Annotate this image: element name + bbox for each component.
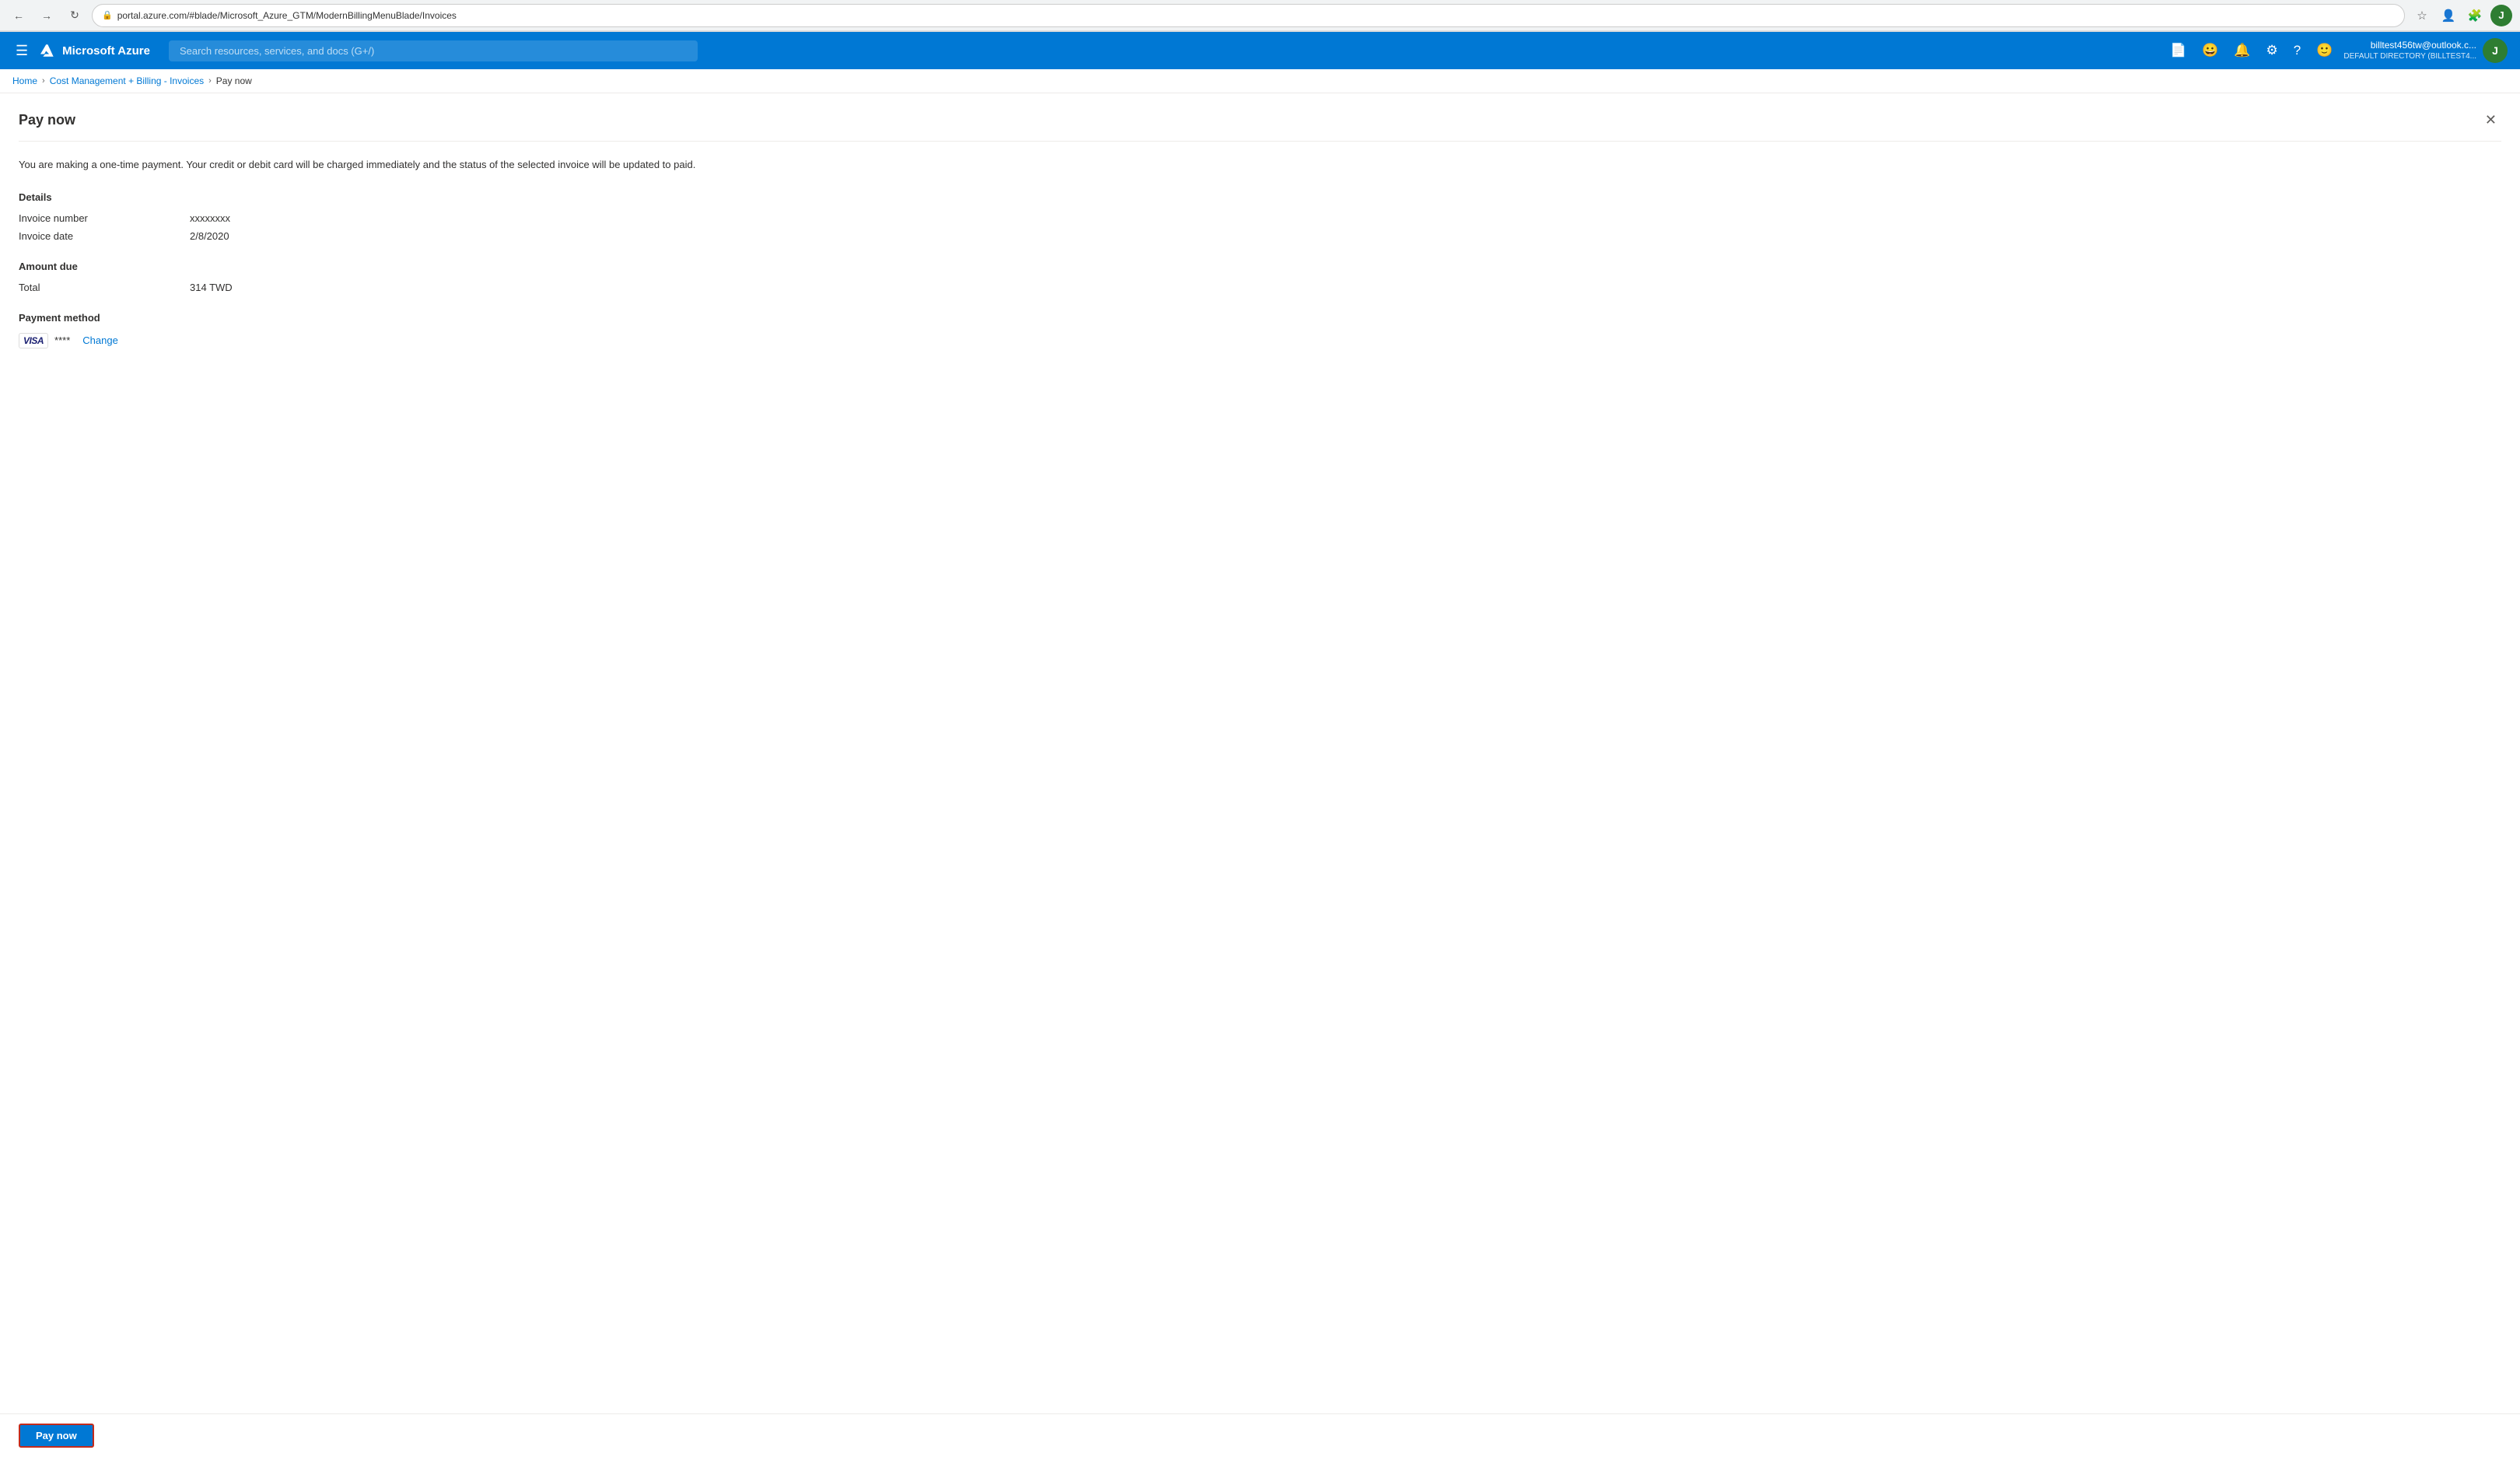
lock-icon: 🔒 — [102, 10, 113, 20]
invoice-date-value: 2/8/2020 — [190, 230, 229, 242]
address-bar: 🔒 — [92, 4, 2405, 27]
hamburger-menu[interactable]: ☰ — [12, 40, 31, 62]
feedback-icon[interactable]: 😀 — [2197, 38, 2223, 63]
invoice-date-label: Invoice date — [19, 230, 190, 242]
main-container: Home › Cost Management + Billing - Invoi… — [0, 69, 2520, 1456]
azure-search — [169, 40, 698, 61]
azure-header-right: 📄 😀 🔔 ⚙ ? 🙂 billtest456tw@outlook.c... D… — [2165, 38, 2508, 63]
browser-toolbar-right: ☆ 👤 🧩 J — [2411, 5, 2512, 26]
panel: Pay now ✕ You are making a one-time paym… — [0, 93, 2520, 1449]
bookmark-icon[interactable]: ☆ — [2411, 5, 2433, 26]
browser-user-avatar[interactable]: J — [2490, 5, 2512, 26]
invoice-number-row: Invoice number xxxxxxxx — [19, 212, 2501, 224]
panel-footer: Pay now — [0, 1413, 2520, 1457]
breadcrumb-sep-2: › — [208, 76, 212, 86]
help-icon[interactable]: ? — [2289, 38, 2305, 63]
refresh-button[interactable]: ↻ — [64, 5, 86, 26]
cloud-shell-icon[interactable]: 📄 — [2165, 38, 2191, 63]
azure-user-avatar[interactable]: J — [2483, 38, 2508, 63]
payment-method-heading: Payment method — [19, 312, 2501, 324]
breadcrumb-billing[interactable]: Cost Management + Billing - Invoices — [50, 75, 204, 86]
directory-icon[interactable]: 🙂 — [2312, 38, 2337, 63]
browser-toolbar: ← → ↻ 🔒 ☆ 👤 🧩 J — [0, 0, 2520, 31]
amount-due-heading: Amount due — [19, 261, 2501, 272]
close-button[interactable]: ✕ — [2480, 109, 2501, 131]
azure-logo: Microsoft Azure — [40, 43, 150, 58]
azure-logo-text: Microsoft Azure — [62, 44, 150, 58]
breadcrumb-current: Pay now — [216, 75, 252, 86]
invoice-number-value: xxxxxxxx — [190, 212, 230, 224]
user-info[interactable]: billtest456tw@outlook.c... DEFAULT DIREC… — [2343, 40, 2476, 62]
user-email: billtest456tw@outlook.c... — [2371, 40, 2476, 52]
url-input[interactable] — [117, 10, 2395, 21]
panel-header: Pay now ✕ — [19, 109, 2501, 142]
total-value: 314 TWD — [190, 282, 233, 293]
amount-due-section: Amount due Total 314 TWD — [19, 261, 2501, 293]
details-heading: Details — [19, 191, 2501, 203]
breadcrumb-home[interactable]: Home — [12, 75, 37, 86]
invoice-date-row: Invoice date 2/8/2020 — [19, 230, 2501, 242]
settings-icon[interactable]: ⚙ — [2262, 38, 2283, 63]
payment-method-row: VISA **** Change — [19, 333, 2501, 348]
user-directory: DEFAULT DIRECTORY (BILLTEST4... — [2343, 51, 2476, 61]
card-dots: **** — [54, 334, 70, 346]
back-button[interactable]: ← — [8, 5, 30, 26]
change-payment-link[interactable]: Change — [82, 334, 118, 346]
visa-logo: VISA — [19, 333, 48, 348]
notice-text: You are making a one-time payment. Your … — [19, 157, 2501, 173]
notifications-icon[interactable]: 🔔 — [2229, 38, 2255, 63]
azure-header: ☰ Microsoft Azure 📄 😀 🔔 ⚙ ? 🙂 billtest45… — [0, 32, 2520, 69]
forward-button[interactable]: → — [36, 5, 58, 26]
profile-icon[interactable]: 👤 — [2438, 5, 2459, 26]
extension-icon[interactable]: 🧩 — [2464, 5, 2486, 26]
breadcrumb-sep-1: › — [42, 76, 45, 86]
payment-method-section: Payment method VISA **** Change — [19, 312, 2501, 348]
total-label: Total — [19, 282, 190, 293]
invoice-number-label: Invoice number — [19, 212, 190, 224]
breadcrumb: Home › Cost Management + Billing - Invoi… — [0, 69, 2520, 93]
total-row: Total 314 TWD — [19, 282, 2501, 293]
azure-search-input[interactable] — [169, 40, 698, 61]
azure-logo-icon — [40, 43, 56, 58]
pay-now-button[interactable]: Pay now — [19, 1424, 94, 1448]
panel-title: Pay now — [19, 112, 75, 128]
details-section: Details Invoice number xxxxxxxx Invoice … — [19, 191, 2501, 242]
